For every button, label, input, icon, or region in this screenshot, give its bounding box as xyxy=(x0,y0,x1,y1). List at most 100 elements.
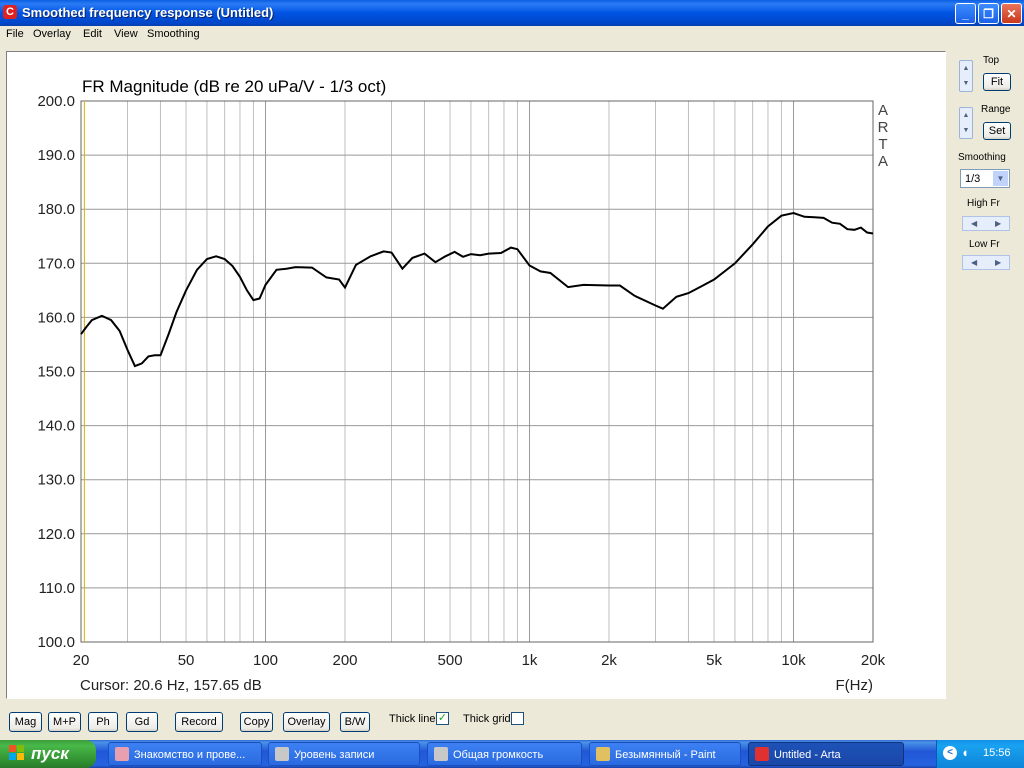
copy-button[interactable]: Copy xyxy=(240,712,273,732)
speaker-icon[interactable]: ◖ xyxy=(961,745,969,760)
bw-button[interactable]: B/W xyxy=(340,712,370,732)
x-tick-label: 20k xyxy=(861,652,886,669)
task-label: Знакомство и прове... xyxy=(134,749,246,761)
thick-grid-checkbox[interactable] xyxy=(511,712,524,725)
task-master-volume[interactable]: Общая громкость xyxy=(427,742,582,766)
thick-line-label: Thick line xyxy=(389,713,436,725)
x-tick-label: 500 xyxy=(438,652,463,669)
main-window: C Smoothed frequency response (Untitled)… xyxy=(0,0,1024,740)
arrow-left-icon[interactable]: ◀ xyxy=(971,217,977,230)
chevron-left-icon[interactable]: < xyxy=(943,746,957,760)
system-tray: < ◖ 15:56 xyxy=(936,740,1024,768)
mag-button[interactable]: Mag xyxy=(9,712,42,732)
arrow-right-icon[interactable]: ▶ xyxy=(995,256,1001,269)
smoothing-select[interactable]: 1/3 ▼ xyxy=(960,169,1010,188)
y-tick-label: 180.0 xyxy=(37,201,75,218)
chevron-down-icon[interactable]: ▼ xyxy=(993,171,1008,186)
range-label: Range xyxy=(981,104,1011,115)
y-tick-label: 170.0 xyxy=(37,255,75,272)
top-label: Top xyxy=(983,55,1000,66)
y-tick-label: 160.0 xyxy=(37,309,75,326)
menu-file[interactable]: File xyxy=(6,28,24,40)
task-label: Untitled - Arta xyxy=(774,749,841,761)
overlay-button[interactable]: Overlay xyxy=(283,712,330,732)
ie-page-icon xyxy=(115,747,129,761)
minimize-button[interactable]: _ xyxy=(955,3,976,24)
x-axis-label: F(Hz) xyxy=(836,677,874,694)
x-tick-label: 1k xyxy=(522,652,538,669)
task-arta[interactable]: Untitled - Arta xyxy=(748,742,904,766)
task-recording-level[interactable]: Уровень записи xyxy=(268,742,420,766)
high-fr-label: High Fr xyxy=(967,198,1000,209)
x-tick-label: 5k xyxy=(706,652,722,669)
series-line xyxy=(80,211,874,368)
low-fr-label: Low Fr xyxy=(969,239,1000,250)
set-button[interactable]: Set xyxy=(983,122,1011,140)
y-tick-label: 150.0 xyxy=(37,364,75,381)
y-tick-label: 190.0 xyxy=(37,147,75,164)
y-tick-label: 100.0 xyxy=(37,634,75,651)
plot-panel[interactable]: FR Magnitude (dB re 20 uPa/V - 1/3 oct) … xyxy=(6,51,946,699)
spin-down-icon[interactable]: ▼ xyxy=(960,123,972,138)
phase-button[interactable]: Ph xyxy=(88,712,118,732)
menu-view[interactable]: View xyxy=(114,28,138,40)
bottom-toolbar: Mag M+P Ph Gd Record Copy Overlay B/W Th… xyxy=(0,704,1024,736)
watermark-letter: A xyxy=(878,153,888,170)
arrow-left-icon[interactable]: ◀ xyxy=(971,256,977,269)
thick-grid-label: Thick grid xyxy=(463,713,511,725)
frequency-response-chart[interactable]: FR Magnitude (dB re 20 uPa/V - 1/3 oct) … xyxy=(7,52,945,698)
window-title: Smoothed frequency response (Untitled) xyxy=(22,5,274,20)
paint-icon xyxy=(596,747,610,761)
start-button[interactable]: пуск xyxy=(0,740,96,768)
cursor-readout: Cursor: 20.6 Hz, 157.65 dB xyxy=(80,677,262,694)
spin-up-icon[interactable]: ▲ xyxy=(960,61,972,76)
menu-bar: File Overlay Edit View Smoothing xyxy=(0,26,1024,44)
watermark-letter: T xyxy=(878,136,887,153)
spin-up-icon[interactable]: ▲ xyxy=(960,108,972,123)
x-tick-label: 2k xyxy=(601,652,617,669)
record-button[interactable]: Record xyxy=(175,712,223,732)
start-label: пуск xyxy=(31,744,69,763)
volume-icon xyxy=(275,747,289,761)
x-tick-label: 20 xyxy=(73,652,90,669)
restore-button[interactable]: ❐ xyxy=(978,3,999,24)
grid xyxy=(80,100,874,643)
x-tick-label: 100 xyxy=(253,652,278,669)
taskbar: пуск Знакомство и прове... Уровень запис… xyxy=(0,740,1024,768)
y-tick-label: 120.0 xyxy=(37,526,75,543)
y-tick-label: 200.0 xyxy=(37,93,75,110)
y-tick-label: 130.0 xyxy=(37,472,75,489)
y-tick-labels: 200.0 190.0 180.0 170.0 160.0 150.0 140.0 130.0… xyxy=(37,93,75,651)
smoothing-label: Smoothing xyxy=(958,152,1006,163)
low-fr-arrows[interactable]: ◀ ▶ xyxy=(962,255,1010,270)
top-spinner[interactable]: ▲ ▼ xyxy=(959,60,973,92)
high-fr-arrows[interactable]: ◀ ▶ xyxy=(962,216,1010,231)
y-tick-label: 110.0 xyxy=(39,580,75,597)
close-button[interactable]: ✕ xyxy=(1001,3,1022,24)
volume-icon xyxy=(434,747,448,761)
menu-smoothing[interactable]: Smoothing xyxy=(147,28,200,40)
chart-title: FR Magnitude (dB re 20 uPa/V - 1/3 oct) xyxy=(82,77,386,96)
windows-logo-icon xyxy=(9,745,25,761)
y-tick-label: 140.0 xyxy=(37,418,75,435)
title-bar[interactable]: C Smoothed frequency response (Untitled)… xyxy=(0,0,1024,26)
x-tick-labels: 20 50 100 200 500 1k 2k 5k 10k 20k xyxy=(73,652,886,669)
smoothing-value: 1/3 xyxy=(965,173,981,185)
task-label: Уровень записи xyxy=(294,749,375,761)
fit-button[interactable]: Fit xyxy=(983,73,1011,91)
watermark-letter: R xyxy=(878,119,889,136)
app-icon[interactable]: C xyxy=(3,5,17,19)
mag-phase-button[interactable]: M+P xyxy=(48,712,81,732)
thick-line-checkbox[interactable]: ✓ xyxy=(436,712,449,725)
group-delay-button[interactable]: Gd xyxy=(126,712,158,732)
task-label: Безымянный - Paint xyxy=(615,749,716,761)
menu-edit[interactable]: Edit xyxy=(83,28,102,40)
task-ie[interactable]: Знакомство и прове... xyxy=(108,742,262,766)
menu-overlay[interactable]: Overlay xyxy=(33,28,71,40)
spin-down-icon[interactable]: ▼ xyxy=(960,76,972,91)
x-tick-label: 50 xyxy=(178,652,195,669)
watermark-letter: A xyxy=(878,102,888,119)
task-paint[interactable]: Безымянный - Paint xyxy=(589,742,741,766)
range-spinner[interactable]: ▲ ▼ xyxy=(959,107,973,139)
arrow-right-icon[interactable]: ▶ xyxy=(995,217,1001,230)
